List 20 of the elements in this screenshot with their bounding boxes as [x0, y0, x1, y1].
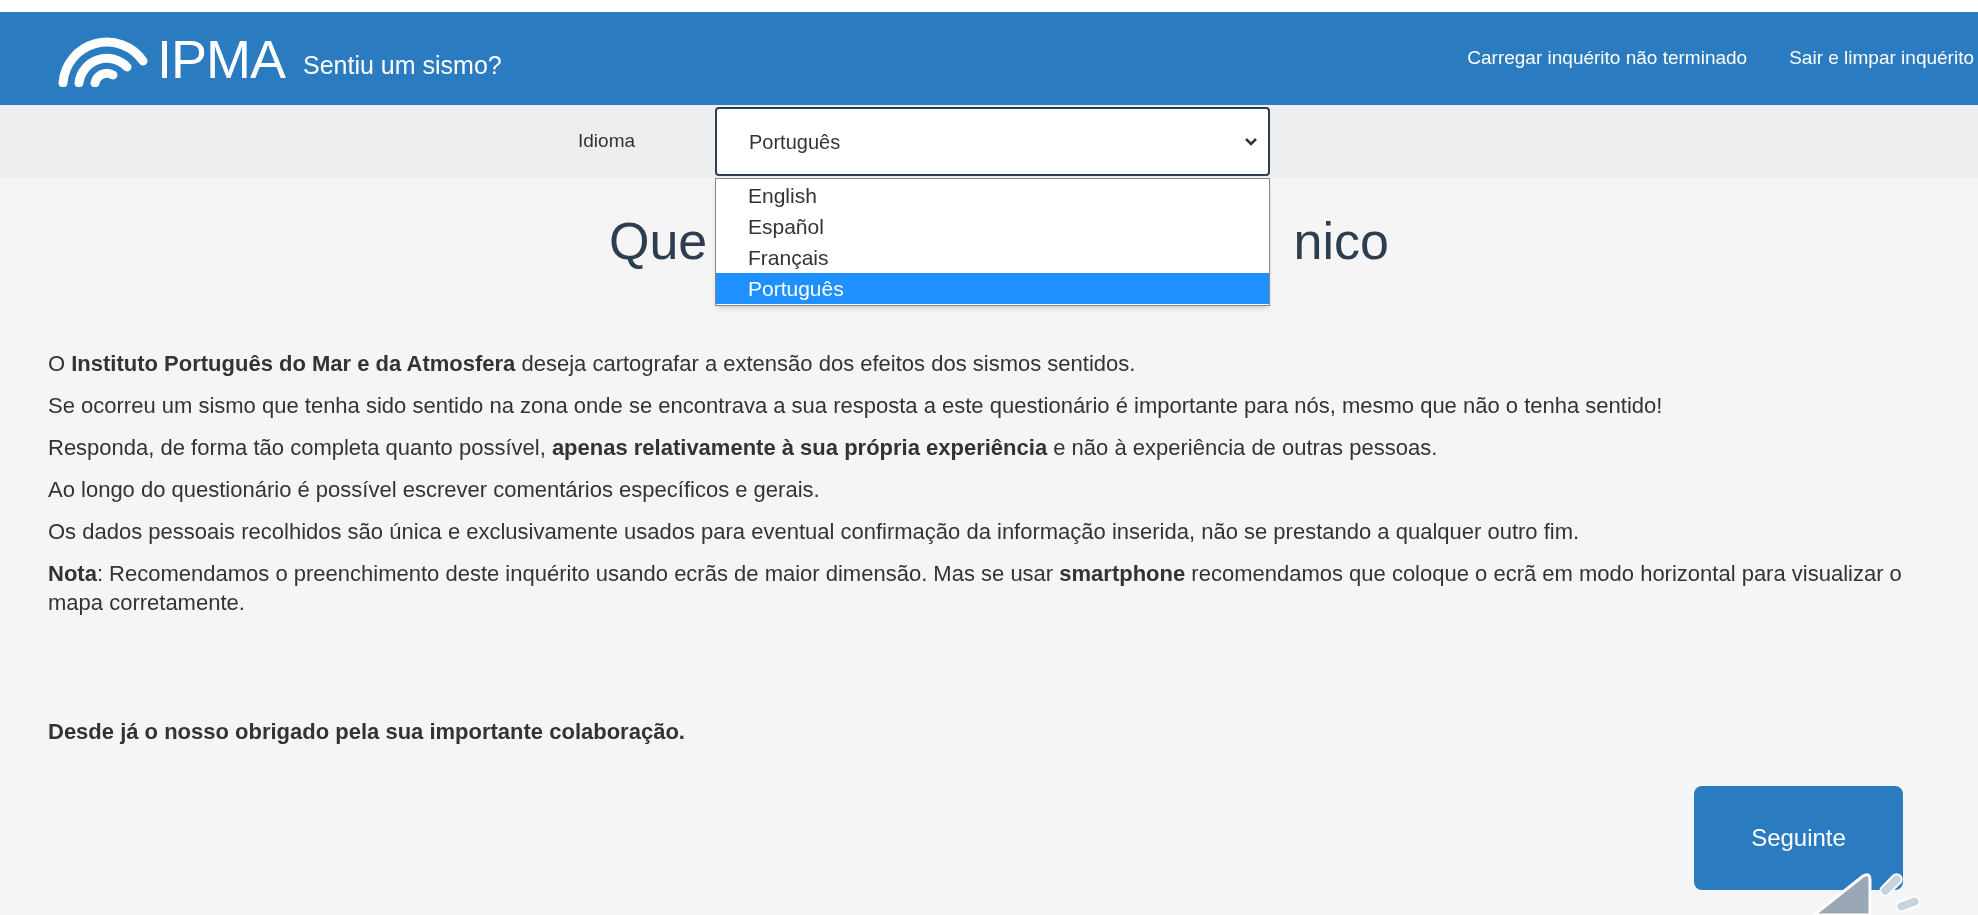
language-option[interactable]: Español: [716, 211, 1269, 242]
next-button[interactable]: Seguinte: [1694, 786, 1903, 890]
intro-paragraph: Ao longo do questionário é possível escrever comentários específicos e gerais.: [48, 476, 821, 504]
logo-text: IPMA: [157, 31, 286, 86]
intro-paragraph: Nota: Recomendamos o preenchimento deste inquérito usando ecrãs de maior dimensão. Mas se usar smartphone recomendamos que coloque o ecrã em modo horizontal para visualizar o mapa corretamente.: [48, 560, 1903, 617]
language-select[interactable]: Português: [715, 107, 1270, 176]
header-link[interactable]: Sair e limpar inquérito: [1789, 44, 1974, 73]
intro-paragraph: Os dados pessoais recolhidos são única e exclusivamente usados para eventual confirmação da informação inserida, não se prestando a qualquer outro fim.: [48, 518, 1581, 546]
closing-text: Desde já o nosso obrigado pela sua importante colaboração.: [48, 718, 686, 746]
page-heading: nico: [1293, 211, 1389, 272]
chevron-down-icon: [1244, 136, 1258, 147]
page-heading: Que: [609, 211, 708, 272]
intro-paragraph: Responda, de forma tão completa quanto possível, apenas relativamente à sua própria experiência e não à experiência de outras pessoas.: [48, 434, 1439, 462]
header-link[interactable]: Carregar inquérito não terminado: [1467, 44, 1748, 73]
language-label: Idioma: [578, 129, 636, 153]
intro-paragraph: Se ocorreu um sismo que tenha sido sentido na zona onde se encontrava a sua resposta a este questionário é importante para nós, mesmo que não o tenha sentido!: [48, 392, 1664, 420]
language-option[interactable]: Français: [716, 242, 1269, 273]
language-option[interactable]: English: [716, 180, 1269, 211]
intro-paragraph: O Instituto Português do Mar e da Atmosfera deseja cartografar a extensão dos efeitos dos sismos sentidos.: [48, 350, 1137, 378]
site-title: Sentiu um sismo?: [303, 49, 502, 81]
